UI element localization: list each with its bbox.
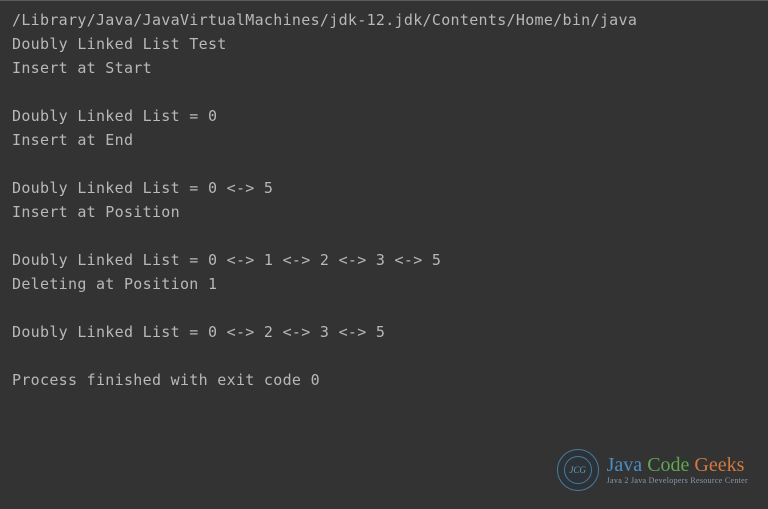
- console-line: Doubly Linked List Test: [12, 32, 756, 56]
- brand-word-geeks: Geeks: [694, 454, 744, 476]
- console-line: Process finished with exit code 0: [12, 368, 756, 392]
- watermark-logo: JCG Java Code Geeks Java 2 Java Develope…: [557, 449, 748, 491]
- console-line: Doubly Linked List = 0 <-> 2 <-> 3 <-> 5: [12, 320, 756, 344]
- logo-monogram: JCG: [564, 456, 592, 484]
- brand-tagline: Java 2 Java Developers Resource Center: [607, 477, 748, 485]
- logo-circle-icon: JCG: [557, 449, 599, 491]
- console-blank-line: [12, 224, 756, 248]
- console-blank-line: [12, 80, 756, 104]
- brand-word-java: Java: [607, 454, 648, 476]
- console-output: /Library/Java/JavaVirtualMachines/jdk-12…: [12, 8, 756, 392]
- brand-word-code: Code: [647, 454, 694, 476]
- console-blank-line: [12, 152, 756, 176]
- console-blank-line: [12, 344, 756, 368]
- console-line: Doubly Linked List = 0 <-> 5: [12, 176, 756, 200]
- console-line: Doubly Linked List = 0: [12, 104, 756, 128]
- brand-title: Java Code Geeks: [607, 455, 748, 475]
- console-line: Insert at Position: [12, 200, 756, 224]
- console-blank-line: [12, 296, 756, 320]
- console-line: Deleting at Position 1: [12, 272, 756, 296]
- window-top-border: [0, 0, 768, 1]
- console-line: Insert at End: [12, 128, 756, 152]
- console-line: Doubly Linked List = 0 <-> 1 <-> 2 <-> 3…: [12, 248, 756, 272]
- console-line: Insert at Start: [12, 56, 756, 80]
- brand-text-block: Java Code Geeks Java 2 Java Developers R…: [607, 455, 748, 485]
- console-line: /Library/Java/JavaVirtualMachines/jdk-12…: [12, 8, 756, 32]
